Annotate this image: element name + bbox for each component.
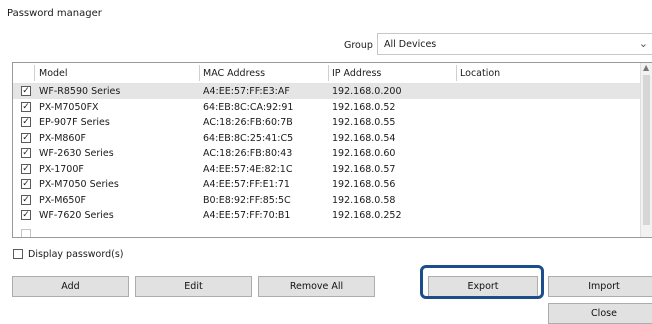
group-label: Group [344, 40, 373, 51]
chevron-down-icon: ⌄ [638, 37, 648, 50]
row-checkbox [21, 229, 31, 237]
export-highlight-frame [420, 265, 544, 299]
ip-address-cell: 192.168.0.56 [332, 179, 396, 190]
model-cell: PX-1700F [39, 163, 84, 175]
list-item-partial [13, 227, 641, 237]
table-row[interactable]: ✓ PX-M650F B0:E8:92:FF:85:5C 192.168.0.58 [13, 193, 641, 208]
model-cell: PX-M860F [39, 132, 86, 144]
header-divider [456, 65, 457, 81]
row-checkbox[interactable]: ✓ [21, 148, 31, 158]
close-button[interactable]: Close [548, 303, 652, 324]
table-row[interactable]: ✓ WF-R8590 Series A4:EE:57:FF:E3:AF 192.168… [13, 84, 641, 99]
row-checkbox[interactable]: ✓ [21, 163, 31, 174]
ip-address-cell: 192.168.0.54 [332, 132, 396, 144]
column-header-location[interactable]: Location [460, 68, 500, 79]
ip-address-cell: 192.168.0.55 [332, 117, 396, 128]
mac-address-cell: 64:EB:8C:25:41:C5 [203, 132, 294, 144]
ip-address-cell: 192.168.0.200 [332, 86, 402, 97]
table-row[interactable]: ✓ PX-1700F A4:EE:57:4E:82:1C 192.168.0.57 [13, 162, 641, 177]
mac-address-cell: AC:18:26:FB:60:7B [203, 117, 293, 128]
column-header-model[interactable]: Model [39, 68, 68, 79]
row-checkbox[interactable]: ✓ [21, 101, 31, 112]
model-cell: PX-M650F [39, 194, 86, 206]
group-dropdown[interactable]: All Devices ⌄ [377, 33, 652, 55]
row-checkbox[interactable]: ✓ [21, 194, 31, 205]
table-row[interactable]: ✓ PX-M7050 Series A4:EE:57:FF:E1:71 192.168… [13, 177, 641, 192]
remove-all-button[interactable]: Remove All [258, 276, 375, 297]
table-row[interactable]: ✓ EP-907F Series AC:18:26:FB:60:7B 192.168.… [13, 115, 641, 130]
ip-address-cell: 192.168.0.57 [332, 163, 396, 175]
table-row[interactable]: ✓ WF-7620 Series A4:EE:57:FF:70:B1 192.168.… [13, 208, 641, 223]
scrollbar-thumb[interactable] [643, 75, 650, 225]
vertical-scrollbar[interactable]: ▲ [640, 63, 652, 237]
header-divider [328, 65, 329, 81]
row-checkbox[interactable]: ✓ [21, 86, 31, 96]
ip-address-cell: 192.168.0.252 [332, 210, 402, 221]
ip-address-cell: 192.168.0.58 [332, 194, 396, 206]
column-header-ip[interactable]: IP Address [332, 68, 381, 79]
device-list[interactable]: Model MAC Address IP Address Location ✓ W… [12, 62, 652, 238]
mac-address-cell: AC:18:26:FB:80:43 [203, 148, 293, 159]
header-divider [34, 65, 35, 81]
add-button[interactable]: Add [12, 276, 129, 297]
mac-address-cell: A4:EE:57:4E:82:1C [203, 163, 293, 175]
display-password-label: Display password(s) [28, 249, 124, 260]
list-header: Model MAC Address IP Address Location [13, 63, 652, 84]
checkbox-box[interactable] [13, 249, 23, 259]
row-checkbox[interactable]: ✓ [21, 210, 31, 220]
model-cell: WF-7620 Series [39, 210, 114, 221]
mac-address-cell: A4:EE:57:FF:E1:71 [203, 179, 290, 190]
model-cell: WF-R8590 Series [39, 86, 121, 97]
group-dropdown-value: All Devices [384, 39, 437, 50]
mac-address-cell: 64:EB:8C:CA:92:91 [203, 101, 294, 113]
row-checkbox[interactable]: ✓ [21, 179, 31, 189]
model-cell: EP-907F Series [39, 117, 110, 128]
header-divider [199, 65, 200, 81]
column-header-mac[interactable]: MAC Address [203, 68, 265, 79]
row-checkbox[interactable]: ✓ [21, 132, 31, 143]
table-row[interactable]: ✓ WF-2630 Series AC:18:26:FB:80:43 192.168.… [13, 146, 641, 161]
mac-address-cell: A4:EE:57:FF:E3:AF [203, 86, 290, 97]
row-checkbox[interactable]: ✓ [21, 117, 31, 127]
mac-address-cell: B0:E8:92:FF:85:5C [203, 194, 291, 206]
model-cell: WF-2630 Series [39, 148, 114, 159]
model-cell: PX-M7050FX [39, 101, 99, 113]
model-cell: PX-M7050 Series [39, 179, 119, 190]
ip-address-cell: 192.168.0.60 [332, 148, 396, 159]
ip-address-cell: 192.168.0.52 [332, 101, 396, 113]
table-row[interactable]: ✓ PX-M860F 64:EB:8C:25:41:C5 192.168.0.54 [13, 131, 641, 146]
scroll-up-icon[interactable]: ▲ [643, 63, 649, 72]
import-button[interactable]: Import [548, 276, 652, 297]
mac-address-cell: A4:EE:57:FF:70:B1 [203, 210, 291, 221]
table-row[interactable]: ✓ PX-M7050FX 64:EB:8C:CA:92:91 192.168.0.52 [13, 100, 641, 115]
edit-button[interactable]: Edit [135, 276, 252, 297]
window-title: Password manager [7, 8, 102, 19]
